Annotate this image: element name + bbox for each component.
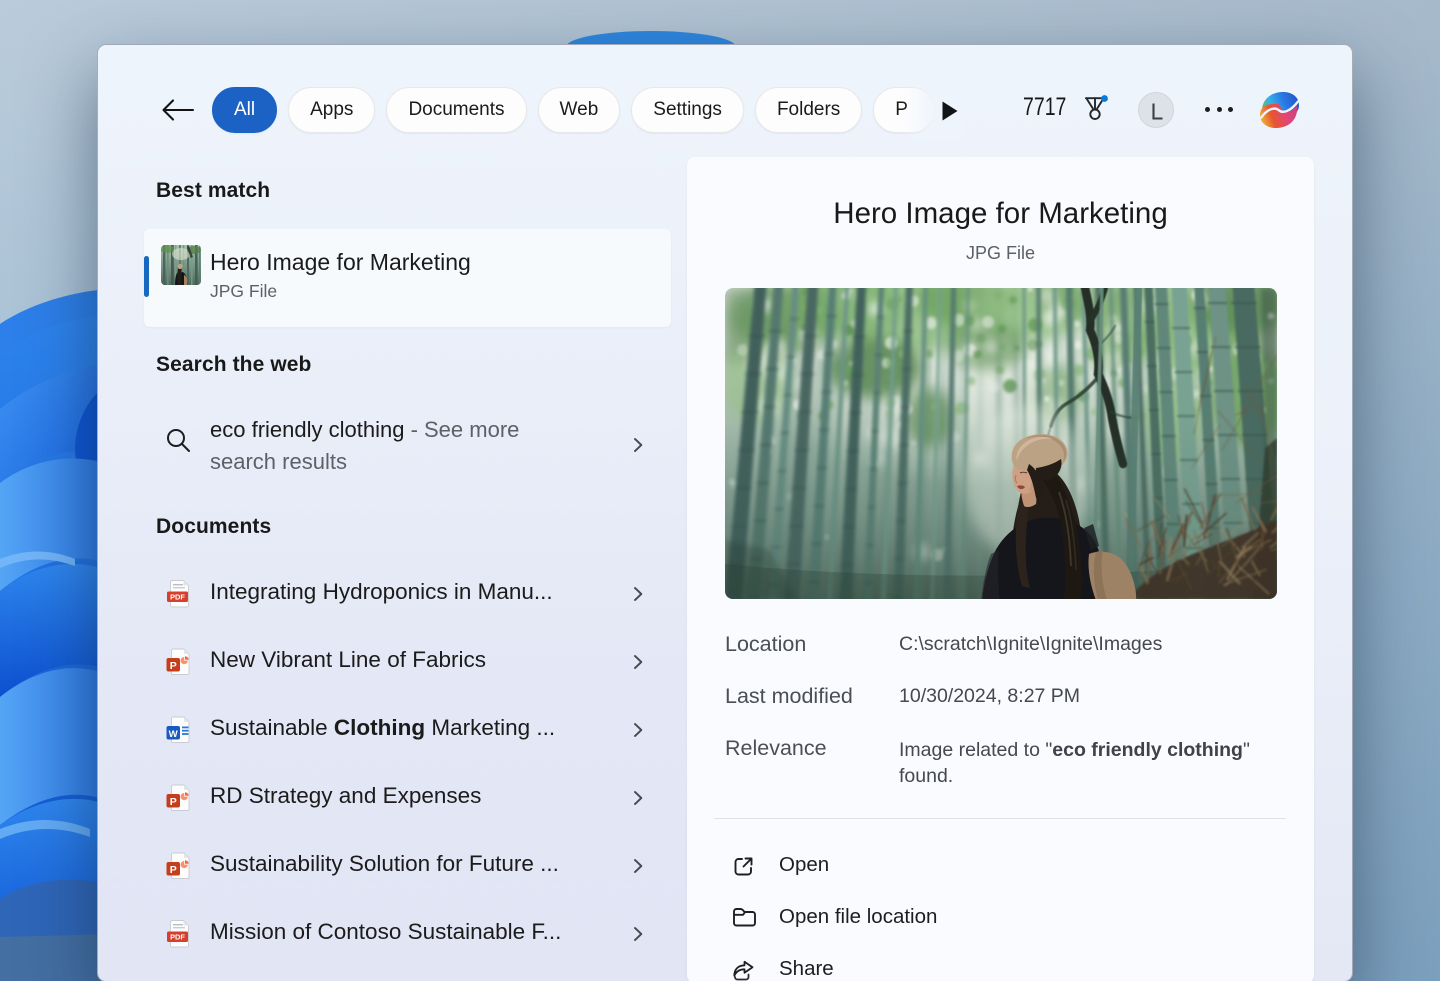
svg-text:P: P [170,660,177,672]
svg-text:PDF: PDF [170,932,185,941]
svg-text:P: P [170,864,177,876]
svg-text:W: W [169,728,179,739]
svg-text:P: P [170,796,177,808]
svg-text:PDF: PDF [170,592,185,601]
